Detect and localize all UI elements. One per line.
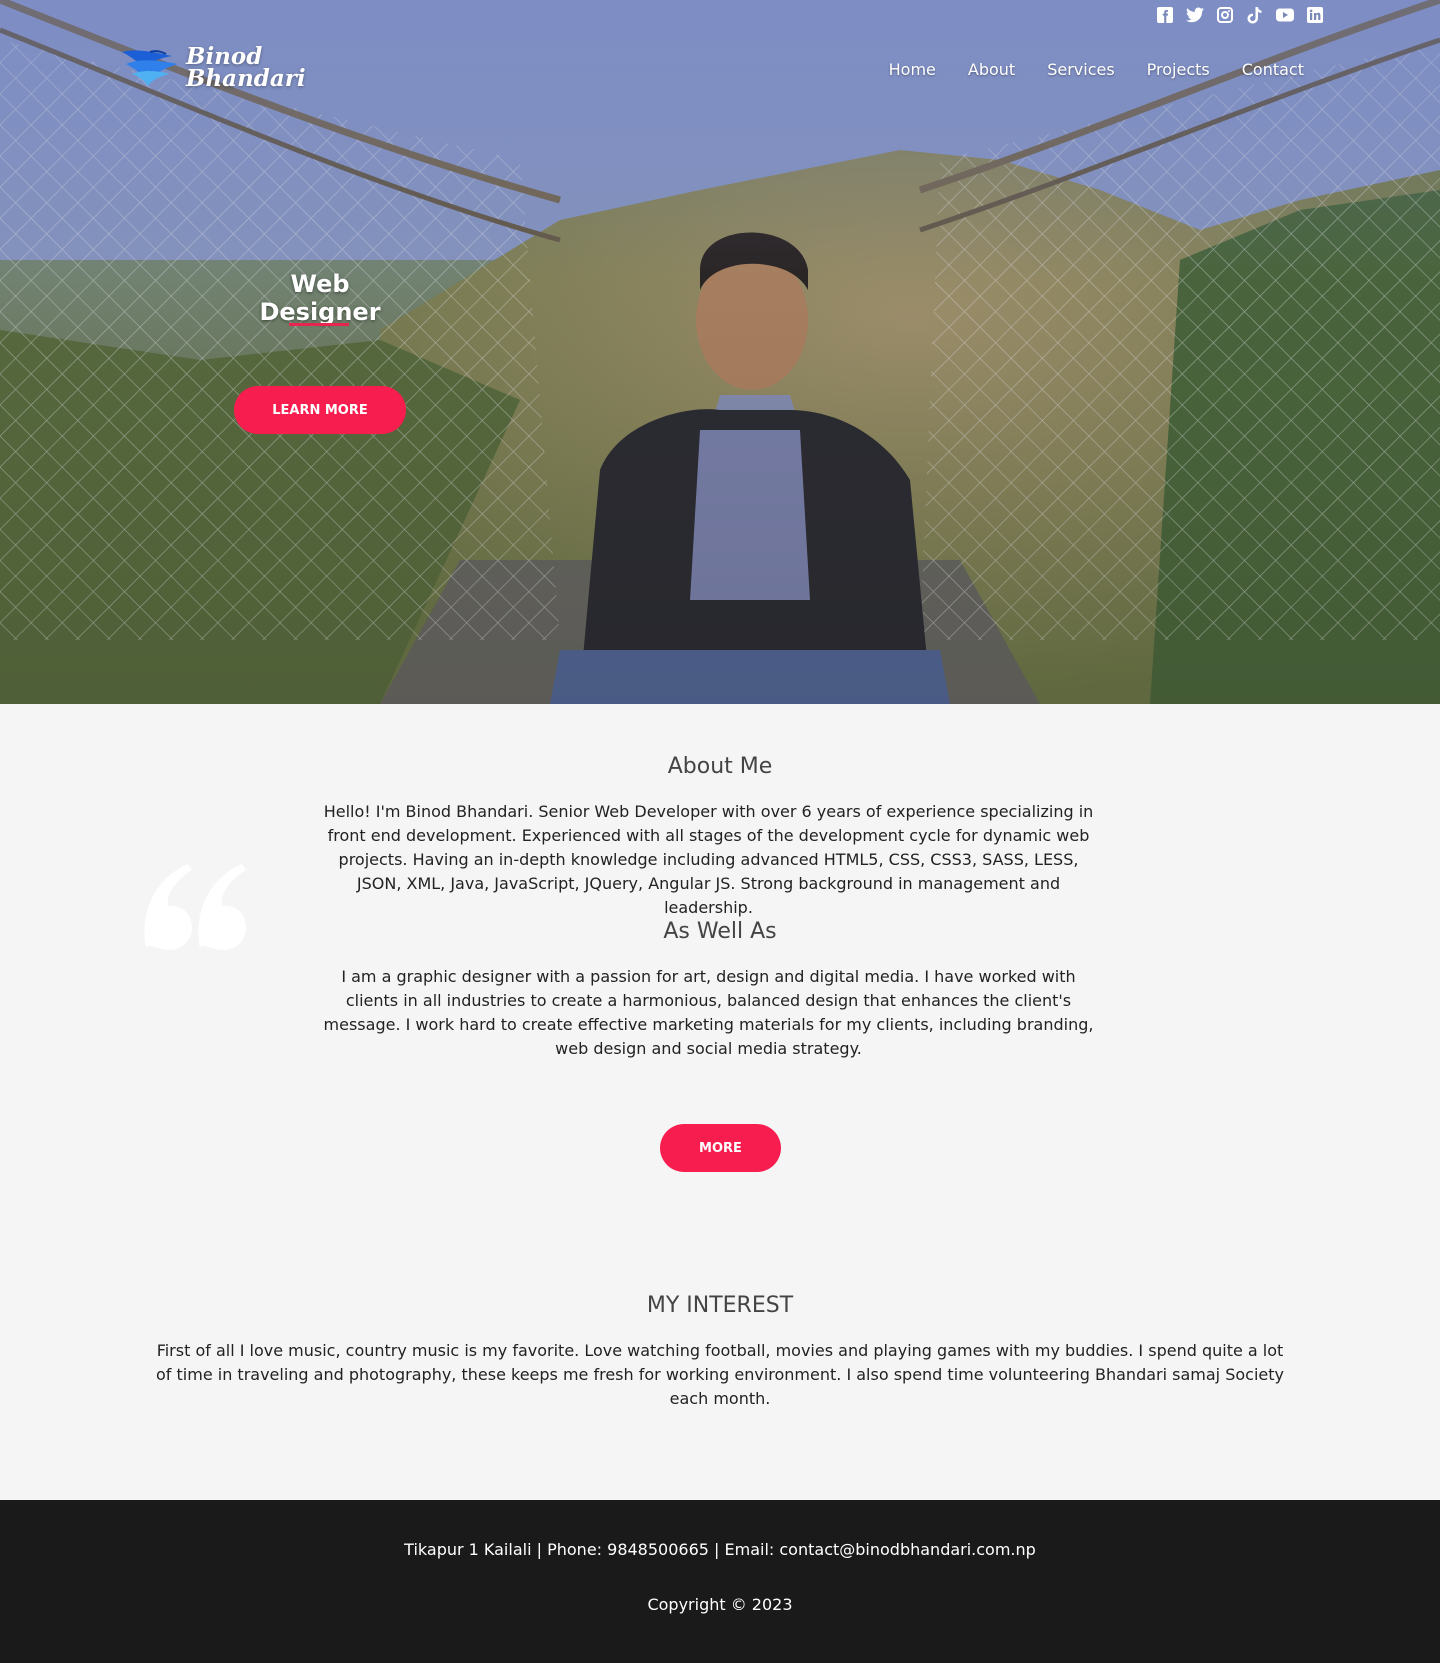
- facebook-icon[interactable]: [1156, 6, 1174, 24]
- nav-contact[interactable]: Contact: [1242, 60, 1304, 79]
- footer-separator: |: [714, 1540, 725, 1559]
- learn-more-button[interactable]: LEARN MORE: [234, 386, 406, 434]
- hero-overlay: [0, 0, 1440, 704]
- linkedin-icon[interactable]: [1306, 6, 1324, 24]
- nav-home[interactable]: Home: [889, 60, 936, 79]
- hero-banner: Binod Bhandari Home About Services Proje…: [0, 0, 1440, 704]
- nav-about[interactable]: About: [968, 60, 1015, 79]
- hero-title-underline: [289, 323, 349, 326]
- footer-address: Tikapur 1 Kailali: [404, 1540, 532, 1559]
- footer-copyright: Copyright © 2023: [647, 1595, 793, 1614]
- social-links: [1156, 6, 1324, 24]
- about-title: About Me: [667, 754, 773, 779]
- interest-paragraph: First of all I love music, country music…: [156, 1341, 1284, 1408]
- more-button[interactable]: MORE: [660, 1124, 781, 1172]
- instagram-icon[interactable]: [1216, 6, 1234, 24]
- tiktok-icon[interactable]: [1246, 6, 1264, 24]
- hero-title: Web Designer: [259, 270, 381, 326]
- interest-title: MY INTEREST: [646, 1293, 794, 1318]
- footer-separator: |: [536, 1540, 548, 1559]
- youtube-icon[interactable]: [1276, 6, 1294, 24]
- footer-phone[interactable]: Phone: 9848500665: [547, 1540, 709, 1559]
- site-footer: Tikapur 1 Kailali | Phone: 9848500665 | …: [0, 1500, 1440, 1663]
- nav-services[interactable]: Services: [1047, 60, 1114, 79]
- nav-projects[interactable]: Projects: [1147, 60, 1210, 79]
- about-paragraph: Hello! I'm Binod Bhandari. Senior Web De…: [323, 802, 1094, 917]
- main-nav: Home About Services Projects Contact: [889, 60, 1304, 79]
- site-logo[interactable]: Binod Bhandari: [120, 45, 306, 92]
- footer-contact: Tikapur 1 Kailali | Phone: 9848500665 | …: [0, 1540, 1440, 1559]
- bird-logo-icon: [122, 50, 178, 86]
- footer-email[interactable]: Email: contact@binodbhandari.com.np: [725, 1540, 1036, 1559]
- logo-line-2: Bhandari: [186, 65, 306, 92]
- twitter-icon[interactable]: [1186, 6, 1204, 24]
- graphic-design-paragraph: I am a graphic designer with a passion f…: [323, 967, 1094, 1058]
- as-well-as-title: As Well As: [663, 919, 777, 944]
